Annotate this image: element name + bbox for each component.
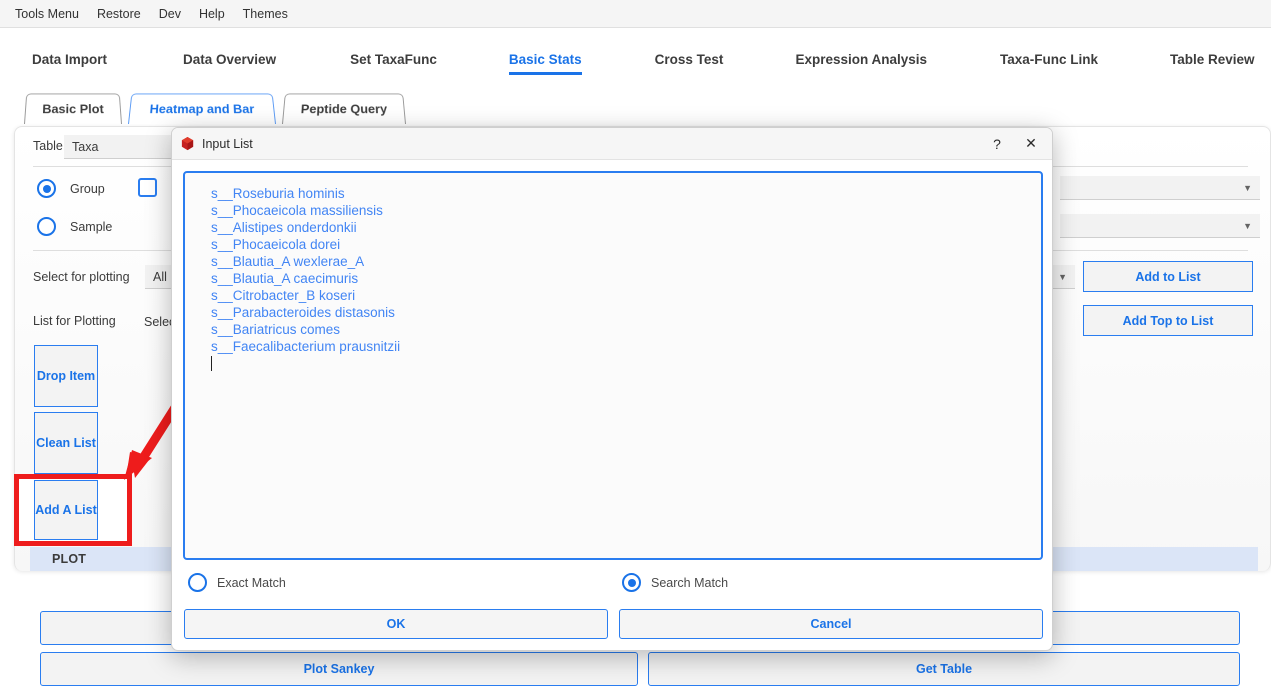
menu-item-help[interactable]: Help <box>190 3 234 25</box>
menu-bar: Tools Menu Restore Dev Help Themes <box>0 0 1271 28</box>
input-list-textarea[interactable]: s__Roseburia hominis s__Phocaeicola mass… <box>183 171 1043 560</box>
radio-group[interactable] <box>37 179 56 198</box>
tab-taxa-func-link[interactable]: Taxa-Func Link <box>1000 42 1098 75</box>
dialog-title-bar[interactable]: Input List ? ✕ <box>172 128 1052 160</box>
list-item: s__Blautia_A wexlerae_A <box>211 254 365 269</box>
exact-match-option[interactable]: Exact Match <box>188 573 286 592</box>
help-button[interactable]: ? <box>980 129 1014 159</box>
list-item: s__Alistipes onderdonkii <box>211 220 357 235</box>
list-item: s__Citrobacter_B koseri <box>211 288 356 303</box>
group-checkbox[interactable] <box>138 178 157 197</box>
radio-group-label: Group <box>70 182 105 196</box>
tab-cross-test[interactable]: Cross Test <box>655 42 724 75</box>
group-select[interactable]: ▼ <box>1060 176 1260 200</box>
menu-item-themes[interactable]: Themes <box>234 3 297 25</box>
list-item: s__Bariatricus comes <box>211 322 341 337</box>
exact-match-label: Exact Match <box>217 575 286 590</box>
cancel-button[interactable]: Cancel <box>619 609 1043 639</box>
menu-item-restore[interactable]: Restore <box>88 3 150 25</box>
select-for-plotting-value: All <box>153 269 167 284</box>
search-match-label: Search Match <box>651 575 729 590</box>
list-for-plotting-label: List for Plotting <box>33 314 116 328</box>
ok-button[interactable]: OK <box>184 609 608 639</box>
table-label: Table <box>33 139 63 153</box>
select-for-plotting-label: Select for plotting <box>33 270 130 284</box>
list-item: s__Faecalibacterium prausnitzii <box>211 339 401 354</box>
chevron-down-icon-2: ▼ <box>1243 220 1252 231</box>
list-item: s__Phocaeicola dorei <box>211 237 341 252</box>
menu-item-tools-menu[interactable]: Tools Menu <box>6 3 88 25</box>
table-select[interactable]: Taxa <box>64 135 184 159</box>
subtab-peptide-query[interactable]: Peptide Query <box>282 93 406 124</box>
add-to-list-button[interactable]: Add to List <box>1083 261 1253 292</box>
sample-select[interactable]: ▼ <box>1060 214 1260 238</box>
add-a-list-button[interactable]: Add A List <box>34 480 98 540</box>
menu-item-dev[interactable]: Dev <box>150 3 190 25</box>
tab-expression-analysis[interactable]: Expression Analysis <box>795 42 927 75</box>
tab-data-overview[interactable]: Data Overview <box>183 42 276 75</box>
radio-sample-label: Sample <box>70 220 113 234</box>
search-match-radio[interactable] <box>622 573 641 592</box>
add-top-to-list-button[interactable]: Add Top to List <box>1083 305 1253 336</box>
chevron-down-icon: ▼ <box>1243 182 1252 193</box>
search-match-option[interactable]: Search Match <box>622 573 728 592</box>
main-nav-tabs: Data Import Data Overview Set TaxaFunc B… <box>0 29 1271 87</box>
red-hexagon-icon <box>181 136 194 151</box>
plot-sankey-button[interactable]: Plot Sankey <box>40 652 638 686</box>
list-item: s__Roseburia hominis <box>211 186 345 201</box>
close-icon[interactable]: ✕ <box>1014 129 1048 159</box>
tab-basic-stats[interactable]: Basic Stats <box>508 42 582 75</box>
tab-data-import[interactable]: Data Import <box>32 42 107 75</box>
input-list-dialog: Input List ? ✕ s__Roseburia hominis s__P… <box>171 127 1053 651</box>
list-item: s__Parabacteroides distasonis <box>211 305 395 320</box>
tab-set-taxafunc[interactable]: Set TaxaFunc <box>350 42 437 75</box>
table-select-value: Taxa <box>72 139 99 154</box>
chevron-down-icon-3: ▼ <box>1058 271 1067 282</box>
drop-item-button[interactable]: Drop Item <box>34 345 98 407</box>
get-table-button[interactable]: Get Table <box>648 652 1240 686</box>
sub-tabs: Basic Plot Heatmap and Bar Peptide Query <box>0 92 1271 126</box>
list-item: s__Blautia_A caecimuris <box>211 271 359 286</box>
clean-list-button[interactable]: Clean List <box>34 412 98 474</box>
text-cursor <box>211 355 1041 372</box>
dialog-title: Input List <box>202 136 253 151</box>
list-item: s__Phocaeicola massiliensis <box>211 203 383 218</box>
plot-section-label: PLOT <box>52 552 87 566</box>
tab-table-review[interactable]: Table Review <box>1170 42 1255 75</box>
radio-sample[interactable] <box>37 217 56 236</box>
exact-match-radio[interactable] <box>188 573 207 592</box>
subtab-basic-plot[interactable]: Basic Plot <box>24 93 122 124</box>
subtab-heatmap-and-bar[interactable]: Heatmap and Bar <box>128 93 276 124</box>
